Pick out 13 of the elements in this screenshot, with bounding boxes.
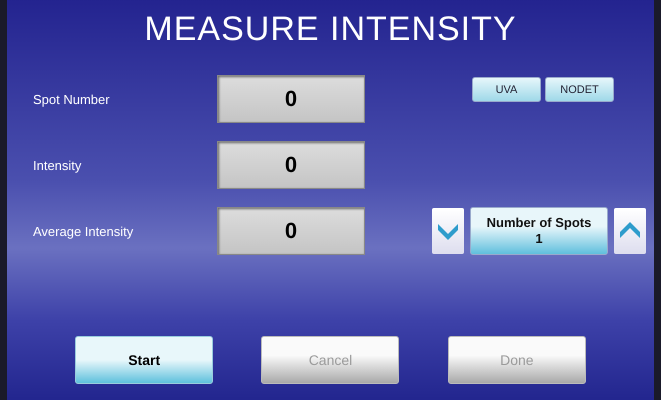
increase-button[interactable] xyxy=(614,208,646,254)
readout-label: Spot Number xyxy=(33,92,111,106)
readout-display: 0 xyxy=(217,141,365,189)
readout-display: 0 xyxy=(217,207,365,255)
readout-label: Intensity xyxy=(33,158,82,172)
mode-button[interactable]: NODET xyxy=(545,77,614,102)
screen-title: MEASURE INTENSITY xyxy=(144,10,517,49)
number-of-spots-button[interactable]: Number of Spots 1 xyxy=(470,207,608,255)
decrease-button[interactable] xyxy=(432,208,464,254)
readout-display: 0 xyxy=(217,75,365,123)
readout-label: Average Intensity xyxy=(33,224,134,238)
mode-button[interactable]: UVA xyxy=(472,77,541,102)
action-button[interactable]: Start xyxy=(75,336,214,384)
